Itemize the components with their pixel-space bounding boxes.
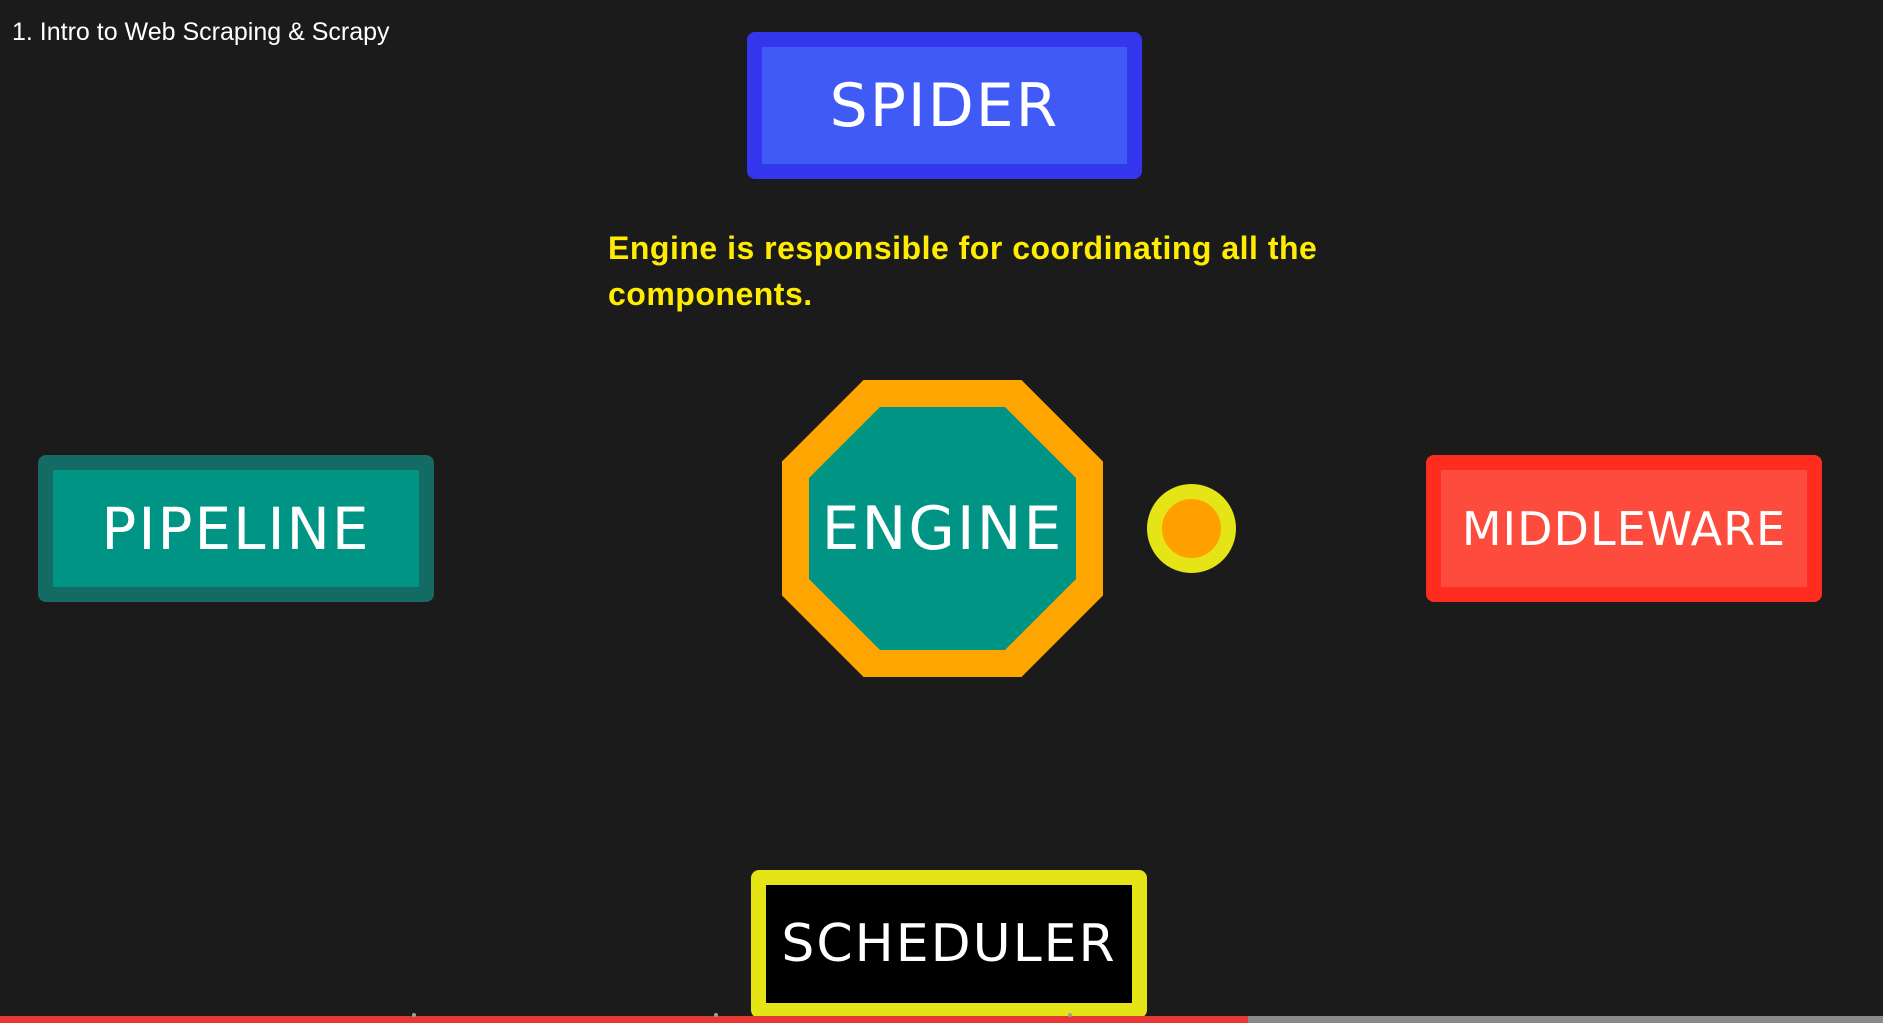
engine-caption: Engine is responsible for coordinating a… [608,230,1318,312]
spider-box: SPIDER [747,32,1142,179]
chapter-marker [1067,1013,1072,1017]
middleware-label: MIDDLEWARE [1461,501,1787,556]
indicator-dot [1147,484,1236,573]
spider-label: SPIDER [829,70,1060,141]
engine-octagon: ENGINE [782,380,1103,677]
middleware-box: MIDDLEWARE [1426,455,1822,602]
scheduler-box: SCHEDULER [751,870,1147,1018]
scheduler-label: SCHEDULER [781,914,1117,974]
engine-label: ENGINE [821,493,1064,564]
chapter-marker [713,1013,718,1017]
video-progress-bar[interactable] [0,1013,1883,1023]
video-title: 1. Intro to Web Scraping & Scrapy [12,18,390,46]
pipeline-label: PIPELINE [101,494,371,563]
progress-played [0,1016,1249,1023]
pipeline-box: PIPELINE [38,455,434,602]
